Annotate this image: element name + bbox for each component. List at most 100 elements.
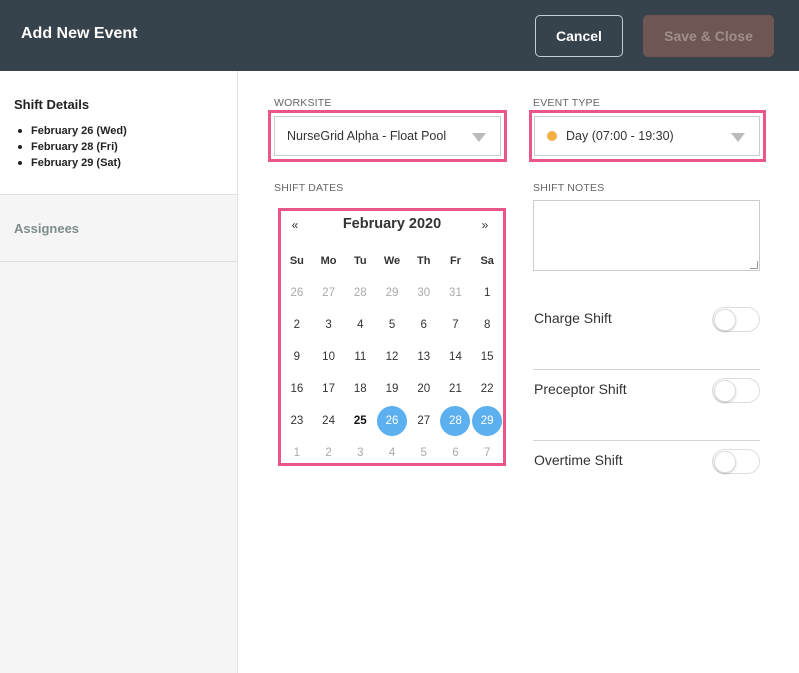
calendar-weekday: Mo <box>320 255 337 267</box>
calendar-day-number: 10 <box>322 351 335 363</box>
calendar-day-number: 29 <box>472 406 503 436</box>
event-type-label: EVENT TYPE <box>533 97 600 109</box>
calendar-day-number: 28 <box>440 406 471 436</box>
calendar-day[interactable]: 27 <box>313 277 345 309</box>
calendar-day[interactable]: 9 <box>281 341 313 373</box>
calendar-day[interactable]: 17 <box>313 373 345 405</box>
calendar-day[interactable]: 30 <box>408 277 440 309</box>
calendar-day-number: 7 <box>483 447 491 459</box>
calendar-day[interactable]: 29 <box>376 277 408 309</box>
calendar-day[interactable]: 28 <box>344 277 376 309</box>
calendar-day[interactable]: 2 <box>281 309 313 341</box>
calendar-prev-button[interactable]: « <box>287 218 303 232</box>
calendar-day-number: 16 <box>290 383 304 395</box>
calendar-day-number: 7 <box>452 319 459 331</box>
calendar-weekday-row: Su Mo Tu We Th Fr Sa <box>281 245 503 277</box>
calendar-day[interactable]: 5 <box>408 437 440 469</box>
calendar-day-number: 5 <box>420 447 427 459</box>
shift-notes-textarea[interactable] <box>533 200 760 271</box>
save-close-button[interactable]: Save & Close <box>643 15 774 57</box>
calendar-day-number: 17 <box>322 383 335 395</box>
calendar-day[interactable]: 31 <box>440 277 472 309</box>
calendar-day-number: 20 <box>417 383 431 395</box>
calendar-day-number: 1 <box>483 287 491 299</box>
calendar-day-number: 2 <box>293 319 301 331</box>
calendar-day[interactable]: 14 <box>440 341 472 373</box>
calendar-day-selected[interactable]: 26 <box>376 405 408 437</box>
modal-header: Add New Event Cancel Save & Close <box>0 0 799 71</box>
calendar-day[interactable]: 27 <box>408 405 440 437</box>
calendar-day-number: 29 <box>385 287 399 299</box>
shift-details-panel: Shift Details February 26 (Wed) February… <box>0 71 237 195</box>
calendar-day[interactable]: 7 <box>440 309 472 341</box>
calendar-day-selected[interactable]: 28 <box>440 405 472 437</box>
calendar-day-number: 23 <box>290 415 304 427</box>
chevron-down-icon <box>731 133 745 142</box>
shift-dates-list: February 26 (Wed) February 28 (Fri) Febr… <box>18 123 127 171</box>
event-color-dot-icon <box>547 131 557 141</box>
assignees-label: Assignees <box>14 221 80 236</box>
calendar-week-row: 2 3 4 5 6 7 8 <box>281 309 503 341</box>
calendar-day-number: 4 <box>388 447 396 459</box>
calendar-day-number: 6 <box>420 319 427 331</box>
calendar-day-number: 12 <box>385 351 399 363</box>
calendar-day[interactable]: 12 <box>376 341 408 373</box>
calendar-day-number: 24 <box>322 415 335 427</box>
calendar-day[interactable]: 26 <box>281 277 313 309</box>
calendar-day-number: 31 <box>449 287 462 299</box>
calendar-day[interactable]: 10 <box>313 341 345 373</box>
calendar-day[interactable]: 2 <box>313 437 345 469</box>
shift-details-title: Shift Details <box>14 97 90 112</box>
assignees-tab[interactable]: Assignees <box>0 195 237 262</box>
calendar-day[interactable]: 5 <box>376 309 408 341</box>
chevron-down-icon <box>472 133 486 142</box>
calendar-day[interactable]: 7 <box>471 437 503 469</box>
calendar-day[interactable]: 3 <box>313 309 345 341</box>
calendar-day-selected[interactable]: 29 <box>471 405 503 437</box>
preceptor-shift-label: Preceptor Shift <box>534 381 627 397</box>
calendar-day[interactable]: 18 <box>344 373 376 405</box>
preceptor-shift-row: Preceptor Shift <box>533 371 760 441</box>
calendar-next-button[interactable]: » <box>477 218 493 232</box>
calendar-day[interactable]: 8 <box>471 309 503 341</box>
preceptor-shift-toggle[interactable] <box>712 378 760 403</box>
worksite-select[interactable]: NurseGrid Alpha - Float Pool <box>274 116 501 156</box>
calendar-day[interactable]: 22 <box>471 373 503 405</box>
calendar-day[interactable]: 16 <box>281 373 313 405</box>
calendar-day[interactable]: 1 <box>471 277 503 309</box>
calendar-day[interactable]: 20 <box>408 373 440 405</box>
calendar-day[interactable]: 4 <box>344 309 376 341</box>
calendar-month-title: February 2020 <box>342 216 442 232</box>
calendar-day[interactable]: 25 <box>344 405 376 437</box>
calendar-day[interactable]: 11 <box>344 341 376 373</box>
calendar-grid: Su Mo Tu We Th Fr Sa 26 27 28 29 30 31 1 2 3 4 5 6 7 8 9 10 11 1… <box>281 245 503 469</box>
calendar-day-number: 19 <box>385 383 399 395</box>
calendar-day[interactable]: 6 <box>408 309 440 341</box>
calendar-weekday: Th <box>417 255 431 267</box>
cancel-button[interactable]: Cancel <box>535 15 623 57</box>
calendar-day[interactable]: 4 <box>376 437 408 469</box>
shift-notes-label: SHIFT NOTES <box>533 182 605 194</box>
event-type-select[interactable]: Day (07:00 - 19:30) <box>534 116 760 156</box>
worksite-label: WORKSITE <box>274 97 332 109</box>
sidebar: Shift Details February 26 (Wed) February… <box>0 71 238 673</box>
charge-shift-toggle[interactable] <box>712 307 760 332</box>
calendar-day[interactable]: 3 <box>344 437 376 469</box>
calendar-day-number: 9 <box>293 351 301 363</box>
calendar-day-number: 3 <box>357 447 364 459</box>
calendar-day[interactable]: 15 <box>471 341 503 373</box>
calendar-day[interactable]: 23 <box>281 405 313 437</box>
calendar-day[interactable]: 21 <box>440 373 472 405</box>
calendar-day[interactable]: 6 <box>440 437 472 469</box>
calendar-week-row: 23 24 25 26 27 28 29 <box>281 405 503 437</box>
calendar-day[interactable]: 24 <box>313 405 345 437</box>
calendar-day[interactable]: 1 <box>281 437 313 469</box>
modal-title: Add New Event <box>21 25 138 42</box>
overtime-shift-toggle[interactable] <box>712 449 760 474</box>
calendar-day-number: 4 <box>357 319 364 331</box>
calendar-day-number: 26 <box>290 287 304 299</box>
worksite-value: NurseGrid Alpha - Float Pool <box>287 129 447 143</box>
calendar-day[interactable]: 13 <box>408 341 440 373</box>
calendar-day[interactable]: 19 <box>376 373 408 405</box>
calendar-day-number: 6 <box>452 447 459 459</box>
